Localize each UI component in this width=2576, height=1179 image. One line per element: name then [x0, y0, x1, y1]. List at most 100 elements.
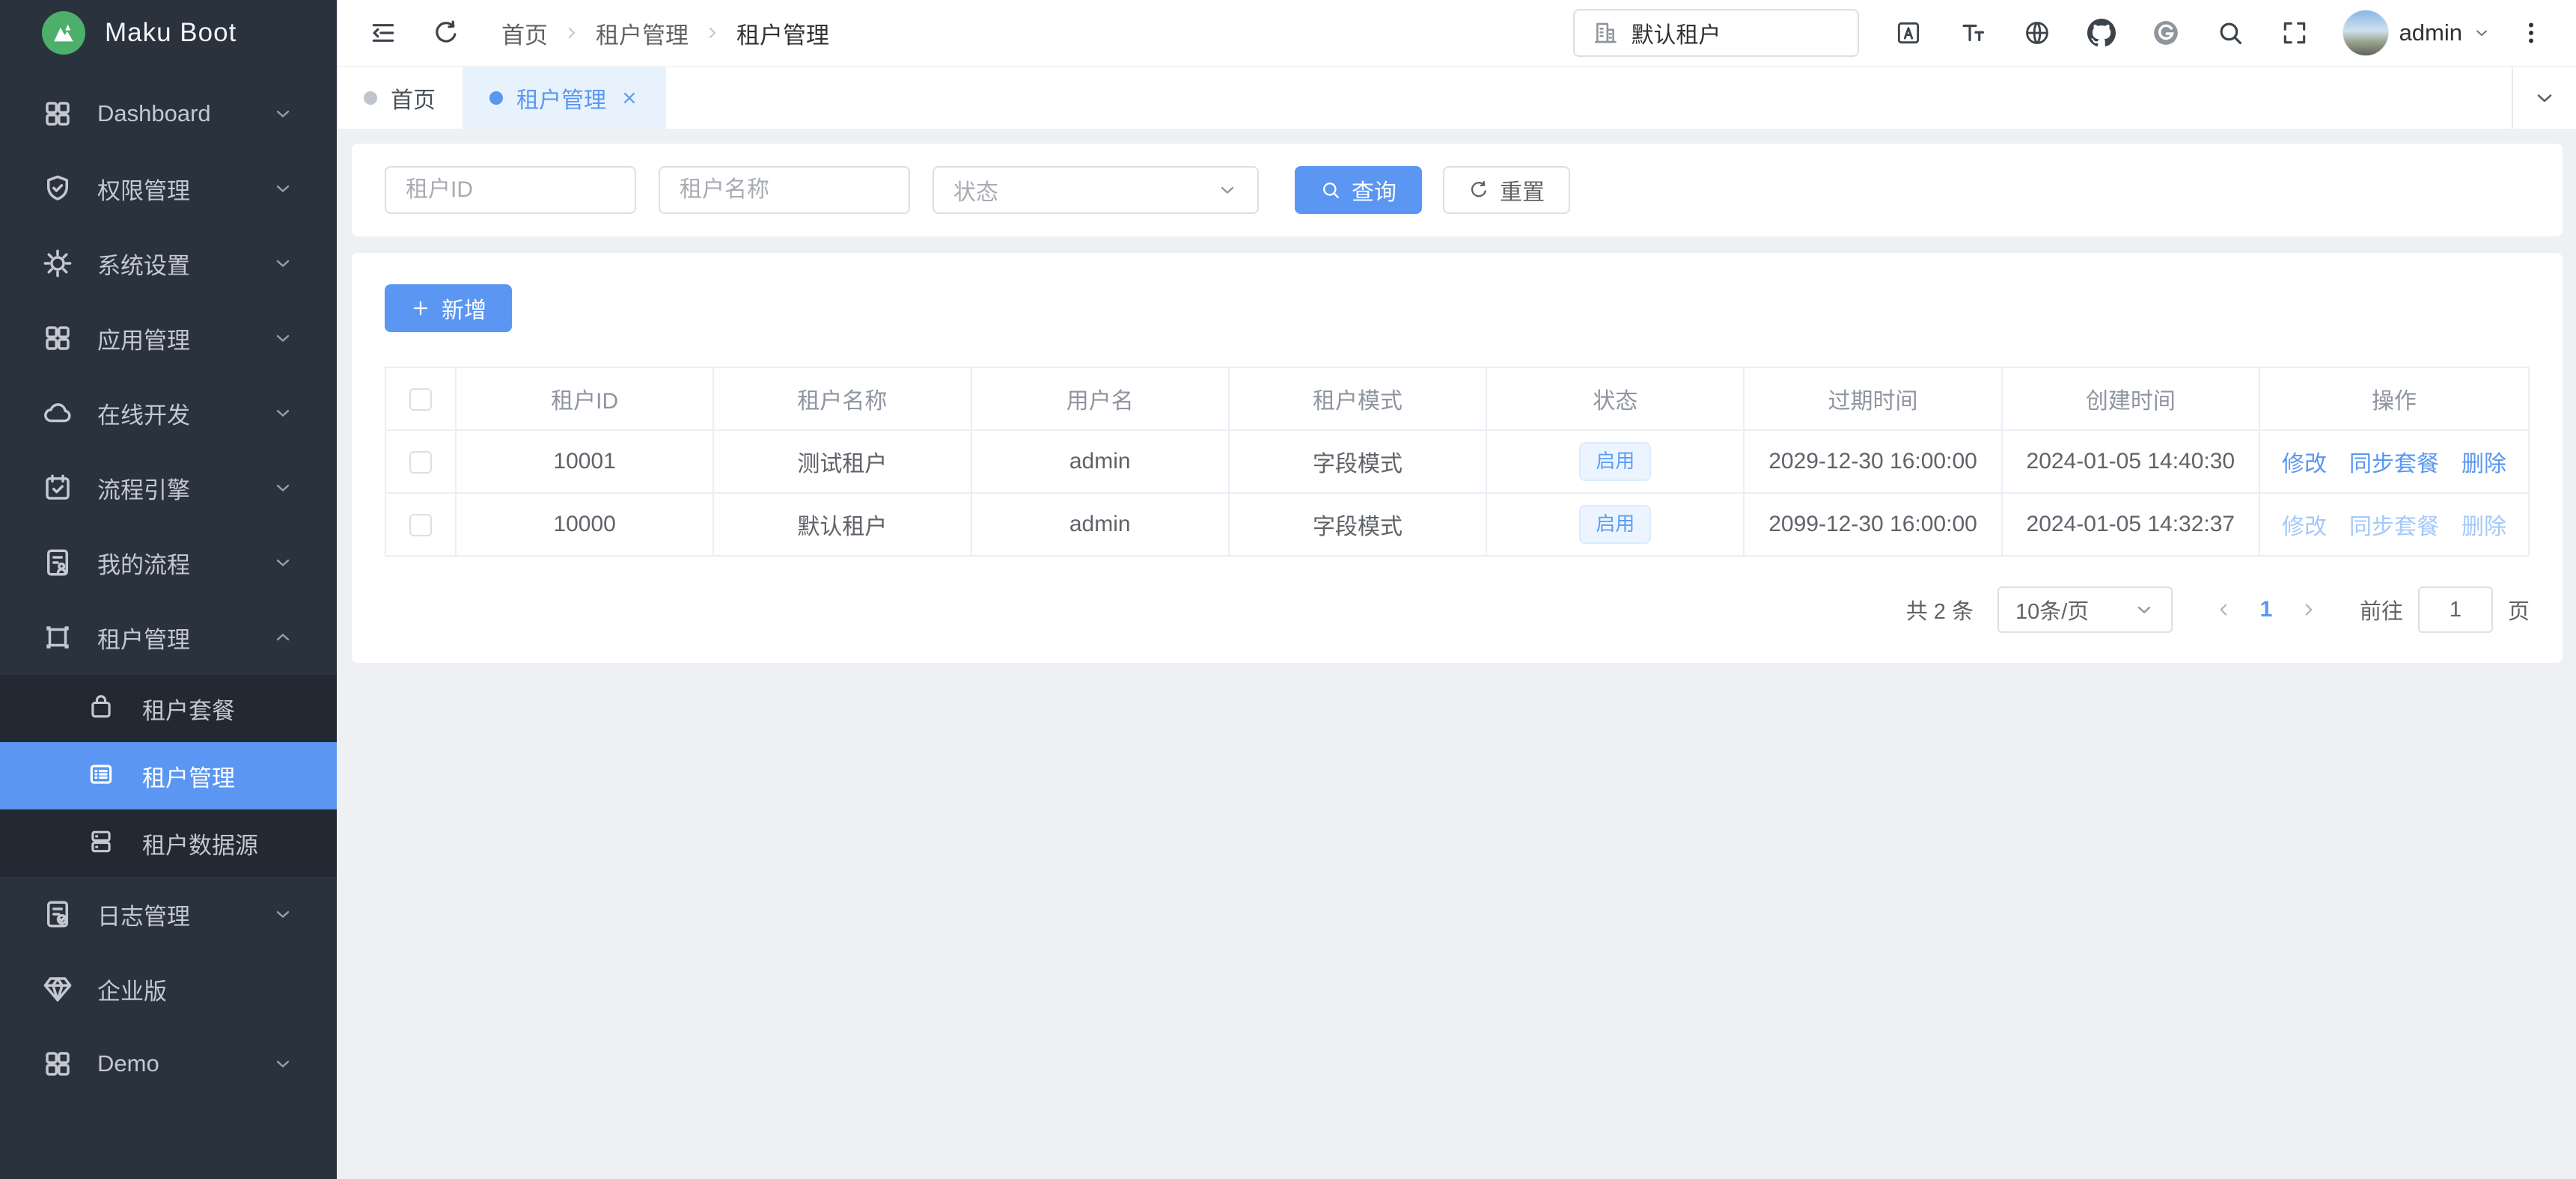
tenant-table: 租户ID 租户名称 用户名 租户模式 状态 过期时间 创建时间 操作	[385, 367, 2530, 557]
chevron-down-icon	[2134, 599, 2155, 620]
topbar: 首页 租户管理 租户管理 默认租户	[337, 0, 2576, 66]
search-button[interactable]: 查询	[1295, 166, 1422, 214]
sidebar-item-log-management[interactable]: 日志管理	[0, 877, 337, 952]
page-unit-label: 页	[2508, 594, 2530, 625]
tenant-name-input[interactable]	[659, 166, 910, 214]
user-menu[interactable]: admin	[2342, 10, 2491, 56]
sidebar-item-label: 企业版	[97, 973, 293, 1006]
sidebar-item-label: 在线开发	[97, 396, 272, 430]
gitee-icon[interactable]	[2149, 16, 2182, 49]
add-button-label: 新增	[442, 292, 486, 325]
sidebar-item-label: 流程引擎	[97, 471, 272, 505]
sidebar-item-label: 日志管理	[97, 898, 272, 931]
cell-username: admin	[971, 430, 1229, 493]
theme-icon[interactable]	[1892, 16, 1925, 49]
sidebar-item-my-workflow[interactable]: 我的流程	[0, 525, 337, 600]
col-mode: 租户模式	[1229, 367, 1486, 430]
pagination-goto: 前往 页	[2360, 587, 2530, 633]
tabs-dropdown-button[interactable]	[2512, 67, 2576, 129]
col-username: 用户名	[971, 367, 1229, 430]
document-check-icon	[42, 898, 73, 930]
menu-fold-icon[interactable]	[367, 16, 400, 49]
sidebar-menu: Dashboard 权限管理 系统设置 应用管理 在线开发	[0, 66, 337, 1179]
sidebar-item-app-management[interactable]: 应用管理	[0, 301, 337, 376]
fullscreen-icon[interactable]	[2278, 16, 2311, 49]
table-header-row: 租户ID 租户名称 用户名 租户模式 状态 过期时间 创建时间 操作	[385, 367, 2529, 430]
col-tenant-id: 租户ID	[456, 367, 713, 430]
table-card: 新增 租户ID 租户名称 用户名 租户模式 状态	[352, 253, 2563, 663]
sidebar-item-online-dev[interactable]: 在线开发	[0, 376, 337, 450]
language-globe-icon[interactable]	[2021, 16, 2054, 49]
tenant-select[interactable]: 默认租户	[1573, 9, 1859, 57]
sync-package-link[interactable]: 同步套餐	[2349, 445, 2439, 478]
col-expire-time: 过期时间	[1744, 367, 2001, 430]
breadcrumb-home[interactable]: 首页	[501, 16, 548, 50]
current-page[interactable]: 1	[2247, 597, 2285, 622]
refresh-icon	[1468, 180, 1489, 200]
search-button-label: 查询	[1352, 174, 1397, 206]
search-icon[interactable]	[2214, 16, 2247, 49]
breadcrumb-tenant-mgmt[interactable]: 租户管理	[596, 16, 689, 50]
sidebar-item-label: Demo	[97, 1050, 272, 1077]
sidebar-item-enterprise[interactable]: 企业版	[0, 952, 337, 1026]
edit-link[interactable]: 修改	[2282, 445, 2327, 478]
reset-button[interactable]: 重置	[1443, 166, 1570, 214]
status-select[interactable]: 状态	[933, 166, 1259, 214]
list-panel-icon	[87, 760, 118, 791]
page-size-select[interactable]: 10条/页	[1997, 587, 2173, 633]
chevron-down-icon	[272, 552, 293, 573]
sidebar-item-permissions[interactable]: 权限管理	[0, 151, 337, 226]
status-select-placeholder: 状态	[953, 174, 998, 206]
prev-page-button[interactable]	[2200, 587, 2247, 633]
next-page-button[interactable]	[2285, 587, 2333, 633]
row-checkbox[interactable]	[409, 451, 432, 474]
col-status: 状态	[1486, 367, 1744, 430]
sidebar-item-tenant-datasource[interactable]: 租户数据源	[0, 809, 337, 877]
goto-page-input[interactable]	[2418, 587, 2493, 633]
tab-home[interactable]: 首页	[337, 67, 463, 129]
sidebar-item-system-settings[interactable]: 系统设置	[0, 226, 337, 301]
chevron-down-icon	[272, 253, 293, 274]
close-icon[interactable]	[620, 88, 639, 108]
page-content: 状态 查询 重置 新增	[337, 129, 2576, 1179]
add-button[interactable]: 新增	[385, 284, 512, 332]
github-icon[interactable]	[2085, 16, 2118, 49]
document-user-icon	[42, 547, 73, 578]
sidebar-item-tenant-package[interactable]: 租户套餐	[0, 675, 337, 742]
tab-dot-icon	[489, 91, 503, 105]
sidebar-item-tenant-management[interactable]: 租户管理	[0, 600, 337, 675]
sidebar-item-label: 租户管理	[97, 621, 272, 655]
delete-link[interactable]: 删除	[2461, 445, 2506, 478]
cell-tenant-id: 10001	[456, 430, 713, 493]
status-badge: 启用	[1579, 505, 1651, 543]
select-all-checkbox[interactable]	[409, 388, 432, 411]
chevron-down-icon	[272, 1053, 293, 1074]
breadcrumb-current: 租户管理	[736, 16, 829, 50]
tab-tenant-management[interactable]: 租户管理	[463, 67, 666, 129]
cell-expire-time: 2099-12-30 16:00:00	[1744, 493, 2001, 556]
sidebar-item-tenant-manage-active[interactable]: 租户管理	[0, 742, 337, 809]
row-checkbox[interactable]	[409, 514, 432, 536]
delete-link[interactable]: 删除	[2461, 508, 2506, 541]
col-actions: 操作	[2259, 367, 2529, 430]
reset-button-label: 重置	[1500, 174, 1545, 206]
sidebar-item-demo[interactable]: Demo	[0, 1026, 337, 1101]
tenant-id-input[interactable]	[385, 166, 636, 214]
row-actions: 修改 同步套餐 删除	[2260, 508, 2528, 541]
breadcrumb-separator-icon	[703, 24, 721, 42]
sync-package-link[interactable]: 同步套餐	[2349, 508, 2439, 541]
refresh-icon[interactable]	[430, 16, 463, 49]
grid-icon	[42, 322, 73, 354]
tenant-submenu: 租户套餐 租户管理 租户数据源	[0, 675, 337, 877]
sidebar-item-dashboard[interactable]: Dashboard	[0, 76, 337, 151]
sidebar-item-label: 系统设置	[97, 247, 272, 281]
app-logo[interactable]: Maku Boot	[0, 0, 337, 66]
avatar	[2342, 10, 2389, 56]
edit-link[interactable]: 修改	[2282, 508, 2327, 541]
sidebar-item-workflow-engine[interactable]: 流程引擎	[0, 450, 337, 525]
filter-card: 状态 查询 重置	[352, 144, 2563, 236]
sidebar-item-label: 应用管理	[97, 322, 272, 355]
cell-mode: 字段模式	[1229, 430, 1486, 493]
font-size-icon[interactable]	[1956, 16, 1989, 49]
more-settings-icon[interactable]	[2516, 16, 2546, 49]
